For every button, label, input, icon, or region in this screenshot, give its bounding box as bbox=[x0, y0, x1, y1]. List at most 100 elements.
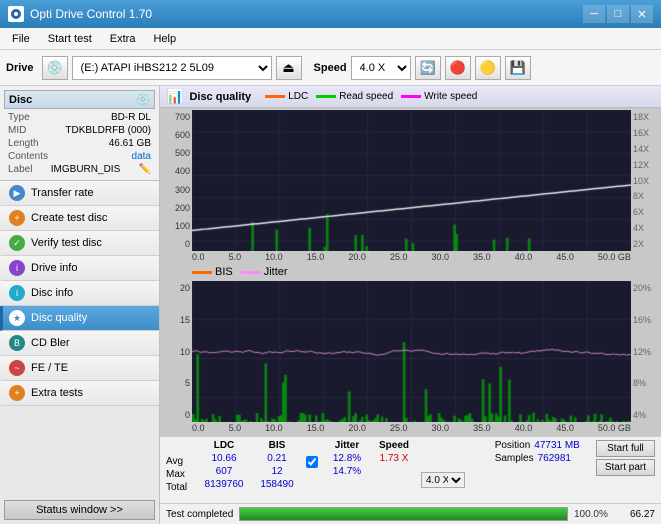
jitter-checkbox[interactable] bbox=[306, 456, 318, 468]
label-edit-icon[interactable]: ✏️ bbox=[139, 164, 151, 175]
menu-start-test[interactable]: Start test bbox=[40, 31, 100, 47]
length-value: 46.61 GB bbox=[109, 138, 151, 149]
settings-button1[interactable]: 🔴 bbox=[445, 56, 471, 80]
contents-label: Contents bbox=[8, 151, 48, 162]
chart-panel-header: 📊 Disc quality LDC Read speed Write spee… bbox=[160, 86, 661, 108]
menu-extra[interactable]: Extra bbox=[102, 31, 144, 47]
ldc-legend-label: LDC bbox=[288, 91, 308, 102]
sidebar-item-fe-te[interactable]: ~ FE / TE bbox=[0, 356, 159, 381]
sidebar-item-disc-info[interactable]: i Disc info bbox=[0, 281, 159, 306]
mid-value: TDKBLDRFB (000) bbox=[65, 125, 151, 136]
chart2-wrapper: 20151050 20%16%12%8%4% bbox=[162, 281, 659, 422]
menu-bar: File Start test Extra Help bbox=[0, 28, 661, 50]
position-label: Position bbox=[495, 440, 531, 451]
content-area: 📊 Disc quality LDC Read speed Write spee… bbox=[160, 86, 661, 524]
maximize-button[interactable]: □ bbox=[607, 5, 629, 23]
drive-select[interactable]: (E:) ATAPI iHBS212 2 5L09 bbox=[72, 56, 272, 80]
create-test-disc-icon: + bbox=[9, 210, 25, 226]
sidebar-item-disc-quality[interactable]: ★ Disc quality bbox=[0, 306, 159, 331]
total-ldc: 8139760 bbox=[198, 479, 250, 490]
type-value: BD-R DL bbox=[111, 112, 151, 123]
bis-legend-color bbox=[192, 271, 212, 274]
drive-info-icon: i bbox=[9, 260, 25, 276]
jitter-legend-label: Jitter bbox=[264, 266, 288, 278]
app-title: Opti Drive Control 1.70 bbox=[30, 7, 152, 21]
sidebar-item-transfer-rate[interactable]: ▶ Transfer rate bbox=[0, 181, 159, 206]
eject-button[interactable]: ⏏ bbox=[276, 56, 302, 80]
total-bis: 158490 bbox=[254, 479, 300, 490]
start-buttons: Start full Start part bbox=[596, 440, 655, 476]
progress-area: Test completed 100.0% 66.27 bbox=[160, 503, 661, 524]
avg-speed: 1.73 X bbox=[374, 453, 414, 464]
max-bis: 12 bbox=[254, 466, 300, 477]
bottom-stats: Avg Max Total LDC 10.66 607 8139760 BIS … bbox=[160, 436, 661, 503]
ldc-col-header: LDC bbox=[198, 440, 250, 451]
progress-time: 66.27 bbox=[630, 509, 655, 520]
transfer-rate-label: Transfer rate bbox=[31, 187, 94, 199]
disc-header-icon: 💿 bbox=[136, 93, 150, 106]
disc-header-label: Disc bbox=[9, 94, 32, 106]
start-full-button[interactable]: Start full bbox=[596, 440, 655, 457]
minimize-button[interactable]: ─ bbox=[583, 5, 605, 23]
chart2-y-axis-right: 20%16%12%8%4% bbox=[631, 281, 659, 422]
ldc-legend-color bbox=[265, 95, 285, 98]
extra-tests-label: Extra tests bbox=[31, 387, 83, 399]
progress-percent: 100.0% bbox=[574, 509, 624, 520]
label-value: IMGBURN_DIS bbox=[51, 164, 120, 175]
bis-legend-label: BIS bbox=[215, 266, 233, 278]
position-value: 47731 MB bbox=[534, 440, 580, 451]
disc-info-icon: i bbox=[9, 285, 25, 301]
speed-select[interactable]: 4.0 X bbox=[351, 56, 411, 80]
progress-bar-fill bbox=[240, 508, 567, 520]
max-label: Max bbox=[166, 469, 194, 480]
bis-col-header: BIS bbox=[254, 440, 300, 451]
verify-test-disc-icon: ✓ bbox=[9, 235, 25, 251]
save-button[interactable]: 💾 bbox=[505, 56, 531, 80]
extra-tests-icon: + bbox=[9, 385, 25, 401]
avg-jitter: 12.8% bbox=[324, 453, 370, 464]
menu-help[interactable]: Help bbox=[145, 31, 184, 47]
settings-button2[interactable]: 🟡 bbox=[475, 56, 501, 80]
title-bar: Opti Drive Control 1.70 ─ □ ✕ bbox=[0, 0, 661, 28]
speed-label: Speed bbox=[314, 62, 347, 74]
close-button[interactable]: ✕ bbox=[631, 5, 653, 23]
cd-bler-label: CD Bler bbox=[31, 337, 70, 349]
transfer-rate-icon: ▶ bbox=[9, 185, 25, 201]
sidebar-item-create-test-disc[interactable]: + Create test disc bbox=[0, 206, 159, 231]
speed-stats-select[interactable]: 4.0 X bbox=[421, 472, 465, 488]
fe-te-icon: ~ bbox=[9, 360, 25, 376]
write-legend-color bbox=[401, 95, 421, 98]
sidebar-item-cd-bler[interactable]: B CD Bler bbox=[0, 331, 159, 356]
chart2-x-axis: 0.05.010.015.020.025.030.035.040.045.050… bbox=[162, 422, 659, 434]
max-ldc: 607 bbox=[198, 466, 250, 477]
charts-container: 7006005004003002001000 18X16X14X12X10X8X… bbox=[160, 108, 661, 436]
chart1-wrapper: 7006005004003002001000 18X16X14X12X10X8X… bbox=[162, 110, 659, 251]
type-label: Type bbox=[8, 112, 30, 123]
avg-ldc: 10.66 bbox=[198, 453, 250, 464]
disc-quality-icon: ★ bbox=[9, 310, 25, 326]
drive-icon-button[interactable]: 💿 bbox=[42, 56, 68, 80]
sidebar: Disc 💿 Type BD-R DL MID TDKBLDRFB (000) … bbox=[0, 86, 160, 524]
fe-te-label: FE / TE bbox=[31, 362, 68, 374]
chart-panel-title: Disc quality bbox=[189, 91, 251, 103]
chart-panel-icon: 📊 bbox=[166, 88, 183, 105]
menu-file[interactable]: File bbox=[4, 31, 38, 47]
jitter-legend-color bbox=[241, 271, 261, 274]
sidebar-item-verify-test-disc[interactable]: ✓ Verify test disc bbox=[0, 231, 159, 256]
start-part-button[interactable]: Start part bbox=[596, 459, 655, 476]
mid-label: MID bbox=[8, 125, 26, 136]
refresh-button[interactable]: 🔄 bbox=[415, 56, 441, 80]
verify-test-disc-label: Verify test disc bbox=[31, 237, 102, 249]
sidebar-item-extra-tests[interactable]: + Extra tests bbox=[0, 381, 159, 406]
avg-label: Avg bbox=[166, 456, 194, 467]
chart1-x-axis: 0.05.010.015.020.025.030.035.040.045.050… bbox=[162, 251, 659, 263]
drive-info-label: Drive info bbox=[31, 262, 77, 274]
sidebar-item-drive-info[interactable]: i Drive info bbox=[0, 256, 159, 281]
samples-label: Samples bbox=[495, 453, 534, 464]
read-legend-color bbox=[316, 95, 336, 98]
status-window-button[interactable]: Status window >> bbox=[4, 500, 155, 520]
toolbar: Drive 💿 (E:) ATAPI iHBS212 2 5L09 ⏏ Spee… bbox=[0, 50, 661, 86]
cd-bler-icon: B bbox=[9, 335, 25, 351]
status-text: Test completed bbox=[166, 509, 233, 520]
total-label: Total bbox=[166, 482, 194, 493]
